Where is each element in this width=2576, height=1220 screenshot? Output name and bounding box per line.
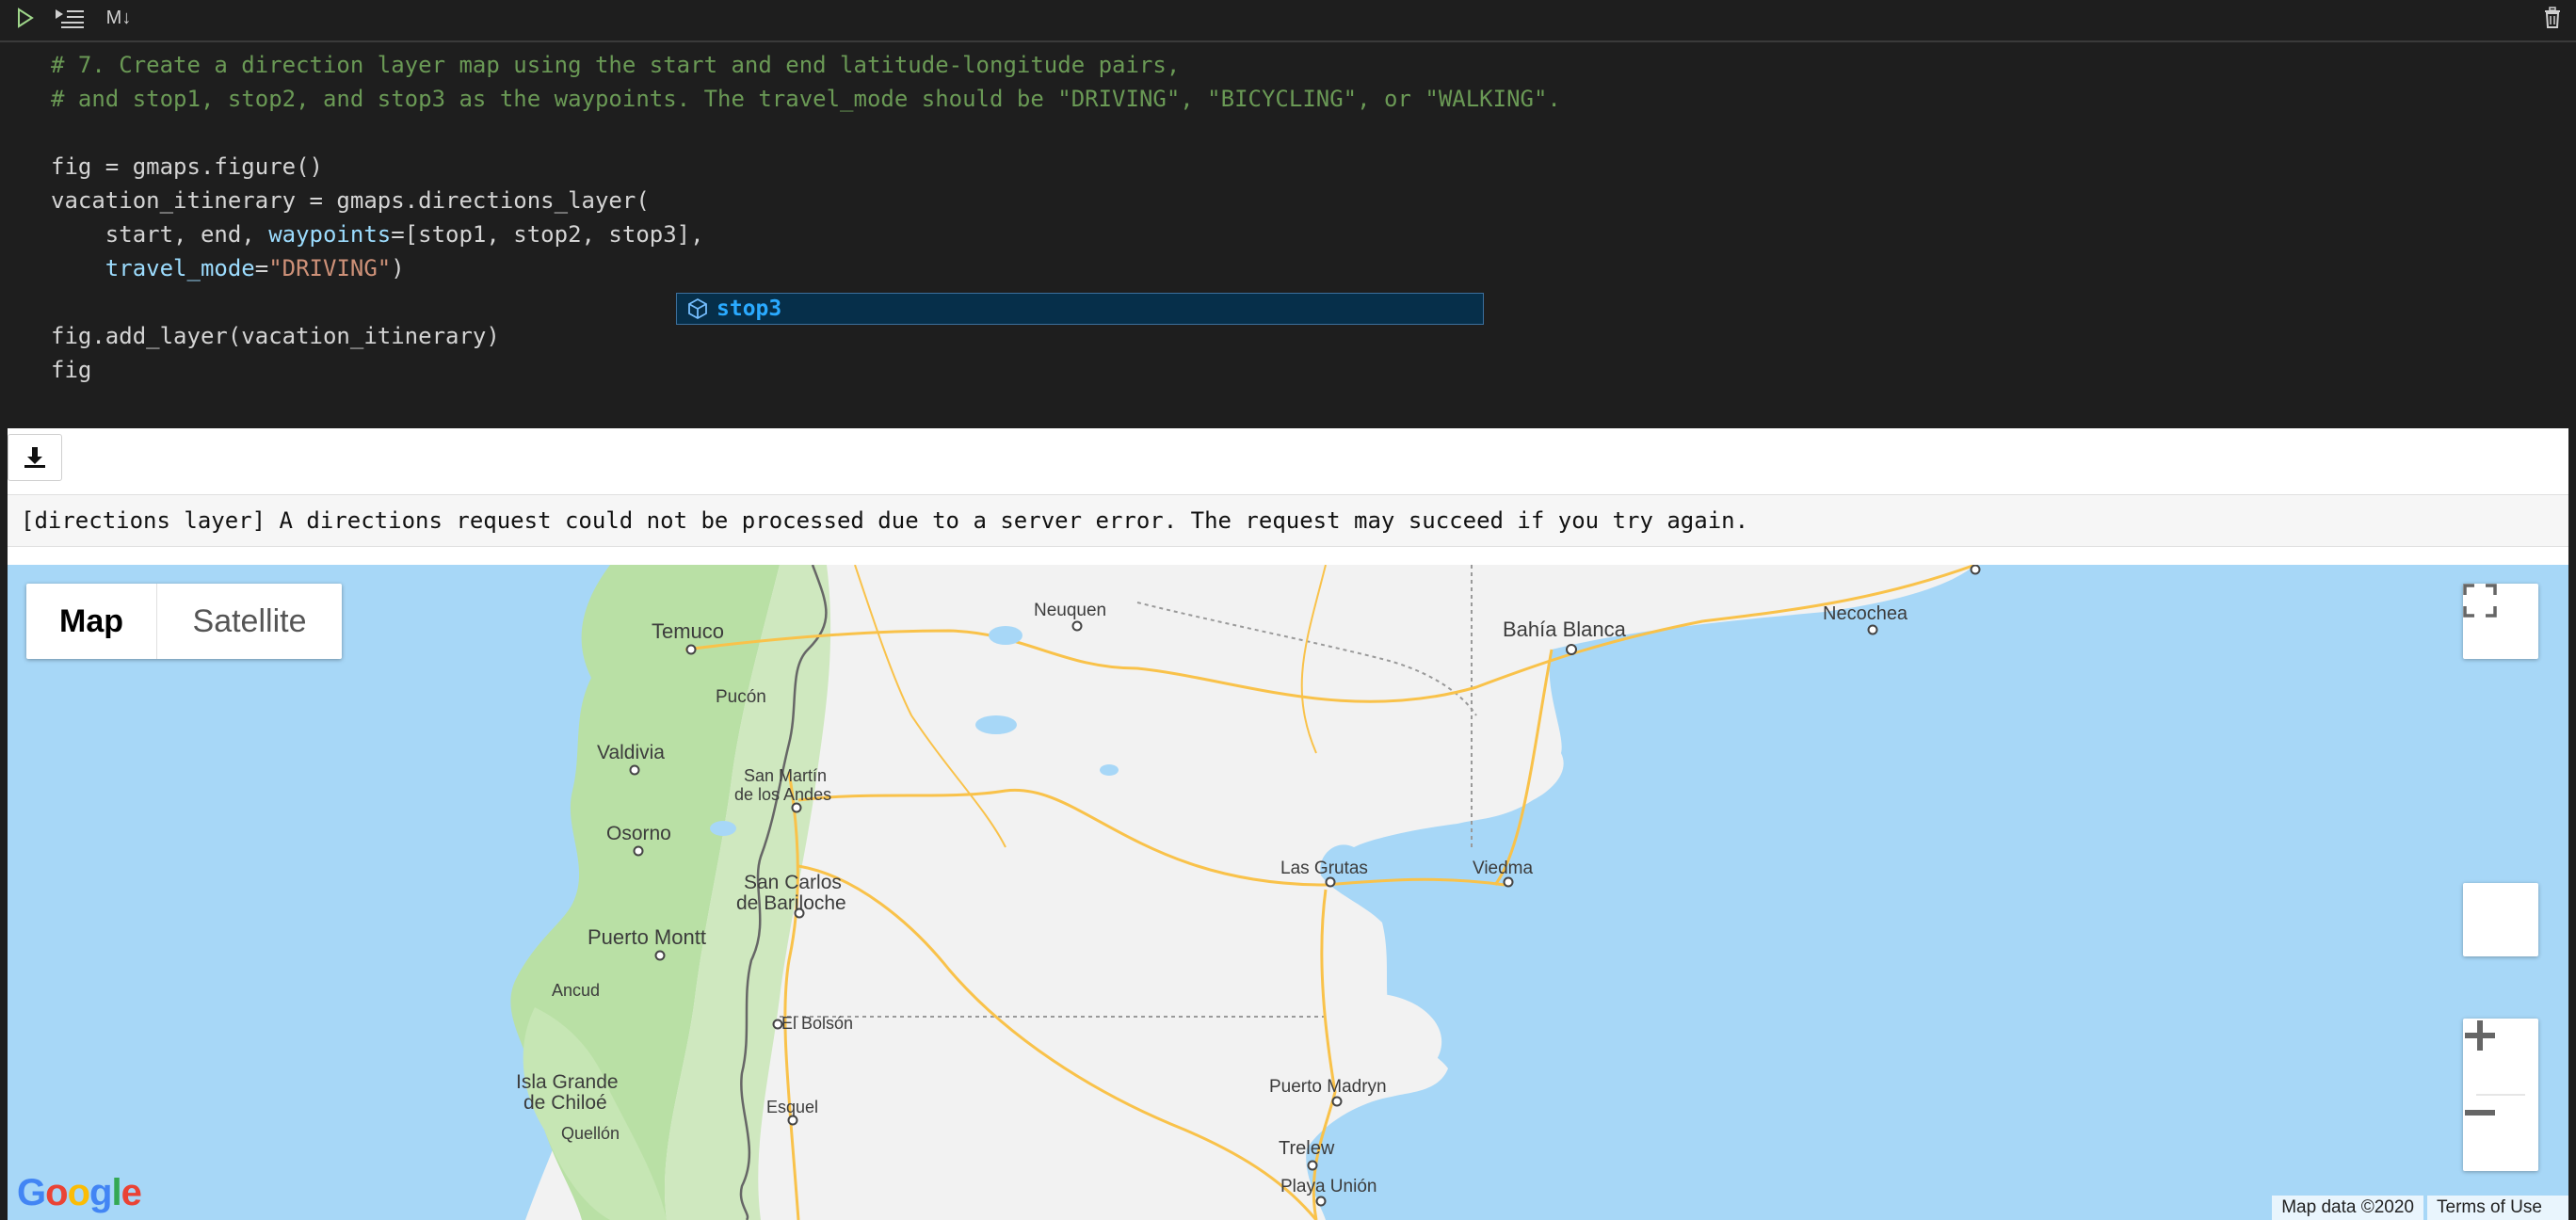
place-label: de Chiloé: [523, 1092, 607, 1114]
place-dot: [1315, 1196, 1327, 1207]
code-line: start, end,: [51, 221, 269, 248]
download-icon: [23, 445, 47, 470]
place-dot: [1867, 624, 1878, 635]
code-string: "DRIVING": [268, 255, 392, 281]
code-line: =: [254, 255, 269, 281]
place-label: Quellón: [561, 1124, 620, 1143]
place-dot: [1970, 565, 1981, 575]
place-label: Puerto Madryn: [1269, 1077, 1387, 1097]
zoom-control: [2463, 1019, 2538, 1171]
lake: [989, 626, 1022, 645]
run-below-icon[interactable]: [53, 4, 87, 32]
map-type-satellite-button[interactable]: Satellite: [157, 584, 342, 659]
notebook-toolbar: M↓: [0, 0, 2576, 38]
place-dot: [1071, 620, 1083, 632]
fullscreen-button[interactable]: [2463, 584, 2538, 659]
code-comment: # 7. Create a direction layer map using …: [51, 52, 1181, 78]
place-label: Trelew: [1279, 1138, 1335, 1159]
place-dot: [787, 1115, 798, 1126]
place-dot: [629, 764, 640, 776]
place-label: San Martín: [744, 766, 827, 785]
place-dot: [1503, 876, 1514, 888]
error-message: [directions layer] A directions request …: [8, 494, 2568, 547]
place-label: de Bariloche: [736, 892, 846, 914]
place-label: Isla Grande: [516, 1071, 619, 1093]
play-icon[interactable]: [11, 4, 40, 32]
code-keyword: waypoints: [268, 221, 392, 248]
land-area: [8, 565, 1975, 1220]
place-dot: [791, 802, 802, 813]
cell-output: [directions layer] A directions request …: [8, 428, 2568, 1220]
place-label: Valdivia: [597, 742, 665, 763]
place-label: Las Grutas: [1280, 859, 1368, 878]
suggestion-label: stop3: [716, 297, 782, 321]
download-button[interactable]: [8, 434, 62, 481]
place-label: Puerto Montt: [588, 925, 706, 949]
map-attribution: Map data ©2020: [2272, 1196, 2423, 1220]
place-dot: [1566, 644, 1577, 655]
code-comment: # and stop1, stop2, and stop3 as the way…: [51, 86, 1561, 112]
place-label: El Bolsón: [781, 1014, 853, 1033]
place-label: San Carlos: [744, 872, 842, 893]
code-line: fig.add_layer(vacation_itinerary): [51, 323, 500, 349]
google-logo[interactable]: Google: [17, 1172, 142, 1214]
place-label: Osorno: [606, 823, 671, 844]
autocomplete-suggestion[interactable]: stop3: [676, 293, 1484, 325]
trash-icon[interactable]: [2538, 4, 2567, 32]
code-keyword: travel_mode: [105, 255, 255, 281]
terms-of-use-link[interactable]: Terms of Use: [2427, 1196, 2568, 1220]
place-label: Temuco: [652, 619, 724, 643]
code-line: fig = gmaps.figure(): [51, 153, 323, 180]
map-type-map-button[interactable]: Map: [26, 584, 157, 659]
markdown-toggle[interactable]: M↓: [100, 4, 137, 32]
place-label: Viedma: [1473, 859, 1534, 878]
place-label: Pucón: [716, 687, 766, 707]
place-dot: [685, 644, 697, 655]
place-dot: [1331, 1096, 1343, 1107]
map-type-control: Map Satellite: [26, 584, 342, 659]
lake: [975, 715, 1017, 734]
place-label: Ancud: [552, 981, 600, 1000]
map-view[interactable]: Temuco Pucón Valdivia Osorno Puerto Mont…: [8, 565, 2568, 1220]
pegman-control[interactable]: [2463, 883, 2538, 956]
code-line: ): [391, 255, 405, 281]
place-label: de los Andes: [734, 785, 831, 804]
code-line: vacation_itinerary = gmaps.directions_la…: [51, 187, 650, 214]
variable-cube-icon: [686, 297, 709, 320]
place-label: Neuquen: [1034, 601, 1106, 620]
lake: [1100, 764, 1119, 776]
code-line: =[stop1, stop2, stop3],: [391, 221, 704, 248]
map-canvas: Temuco Pucón Valdivia Osorno Puerto Mont…: [8, 565, 1981, 1220]
place-label: Playa Unión: [1280, 1177, 1377, 1196]
lake: [710, 821, 736, 836]
place-label: Esquel: [766, 1098, 818, 1116]
place-dot: [1325, 876, 1336, 888]
place-dot: [654, 950, 666, 961]
zoom-out-button[interactable]: [2463, 1096, 2538, 1171]
place-dot: [1307, 1160, 1318, 1171]
code-cell[interactable]: # 7. Create a direction layer map using …: [0, 40, 2576, 393]
place-label: Necochea: [1823, 603, 1908, 624]
code-line: fig: [51, 357, 92, 383]
place-label: Bahía Blanca: [1503, 618, 1627, 641]
place-dot: [633, 845, 644, 857]
zoom-in-button[interactable]: [2463, 1019, 2538, 1094]
code-editor[interactable]: # 7. Create a direction layer map using …: [51, 48, 1561, 387]
